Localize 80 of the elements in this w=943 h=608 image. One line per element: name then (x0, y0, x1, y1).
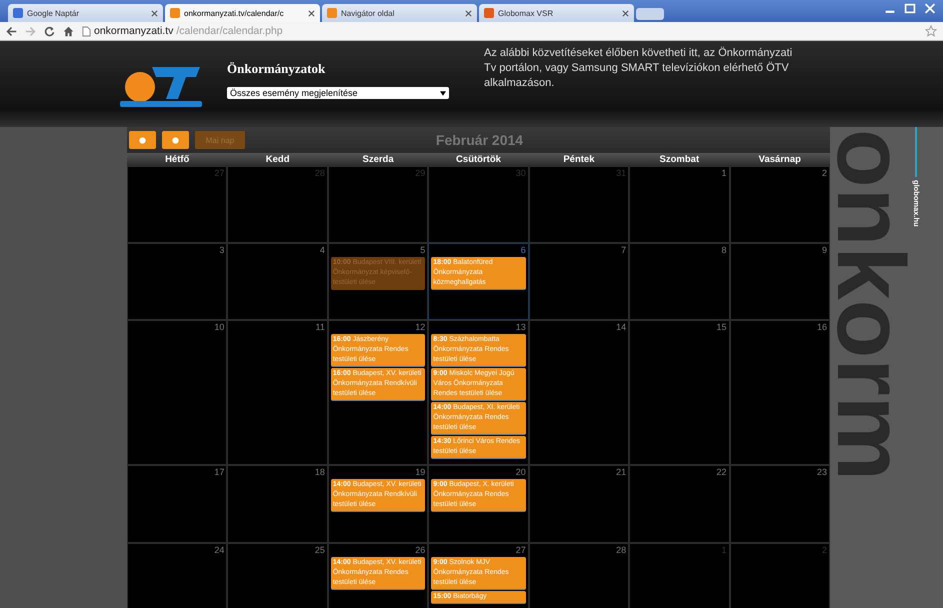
weekday-header: Szombat (629, 153, 730, 166)
day-cell[interactable]: 24 (127, 543, 228, 608)
home-icon[interactable] (63, 26, 74, 36)
day-cell[interactable]: 3 (127, 243, 228, 320)
site-title: Önkormányzatok (227, 61, 326, 77)
accent-line (915, 127, 917, 177)
day-cell[interactable]: 11 (227, 320, 328, 465)
day-cell[interactable]: 23 (730, 465, 830, 543)
day-cell[interactable]: 1 (629, 166, 730, 243)
day-cell[interactable]: 4 (227, 243, 328, 320)
close-icon[interactable] (308, 10, 315, 16)
maximize-icon[interactable] (903, 3, 917, 14)
day-number: 4 (320, 244, 325, 256)
day-number: 18 (314, 466, 325, 478)
weekday-header: Szerda (328, 153, 428, 166)
day-number: 15 (716, 321, 727, 333)
day-number: 14 (616, 321, 626, 333)
close-icon[interactable] (151, 10, 158, 16)
day-number: 7 (621, 244, 626, 256)
day-number: 13 (516, 321, 526, 333)
month-title: Február 2014 (436, 132, 524, 148)
day-number: 2 (822, 167, 827, 179)
event-filter-dropdown[interactable]: Összes esemény megjelenítése (227, 87, 449, 99)
day-number: 26 (415, 544, 426, 556)
day-cell[interactable]: 25 (227, 543, 328, 608)
day-cell[interactable]: 7 (528, 243, 630, 320)
day-number: 12 (415, 321, 426, 333)
day-number: 16 (816, 321, 827, 333)
day-cell[interactable]: 22 (629, 465, 730, 543)
day-number: 28 (616, 544, 626, 556)
day-number: 25 (314, 544, 325, 556)
day-number: 8 (722, 244, 727, 256)
url-host: onkormanyzati.tv (94, 25, 174, 37)
circle-icon (171, 136, 180, 144)
day-number: 10 (214, 321, 224, 333)
browser-tab[interactable]: onkormanyzati.tv/calendar/c (165, 4, 320, 22)
day-number: 22 (716, 466, 727, 478)
day-cell[interactable]: 16 (730, 320, 830, 465)
weekday-header: Vasárnap (730, 153, 830, 166)
day-number: 6 (520, 244, 526, 256)
day-cell[interactable] (428, 320, 529, 465)
day-cell[interactable]: 2 (730, 166, 830, 243)
weekday-header: Péntek (528, 153, 630, 166)
day-cell[interactable]: 15 (629, 320, 730, 465)
day-number: 3 (219, 244, 224, 256)
day-cell[interactable]: 9 (730, 243, 830, 320)
browser-tab[interactable]: Globomax VSR (479, 4, 634, 22)
day-number: 11 (316, 321, 325, 333)
day-number: 5 (420, 244, 426, 256)
day-number: 20 (516, 466, 526, 478)
day-cell[interactable]: 21 (528, 465, 630, 543)
weekday-header: Hétfő (127, 153, 228, 166)
reload-icon[interactable] (44, 26, 55, 36)
close-icon[interactable] (622, 10, 629, 16)
weekday-header: Csütörtök (428, 153, 529, 166)
day-number: 23 (816, 466, 827, 478)
day-number: 27 (516, 544, 526, 556)
description-text: Az alábbi közvetítéseket élőben követheti itt, az Önkormányzati Tv portálon, vagy Samsung SMART televíziókon elérhető ÖTV alkalmazáson. (484, 46, 794, 91)
day-cell[interactable]: 10 (127, 320, 228, 465)
day-number: 21 (616, 466, 626, 478)
browser-tab[interactable]: Navigátor oldal (322, 4, 477, 22)
day-cell[interactable]: 28 (528, 543, 630, 608)
day-cell[interactable]: 8 (629, 243, 730, 320)
day-number: 9 (822, 244, 827, 256)
back-icon[interactable] (6, 26, 17, 36)
url-path: /calendar/calendar.php (176, 25, 283, 37)
day-cell[interactable]: 17 (127, 465, 228, 543)
day-number: 19 (415, 466, 426, 478)
bookmark-star-icon[interactable] (925, 25, 937, 37)
day-cell[interactable]: 18 (227, 465, 328, 543)
browser-tab[interactable]: Google Naptár (8, 4, 163, 22)
day-number: 17 (214, 466, 224, 478)
day-number: 1 (722, 167, 727, 179)
day-cell[interactable]: 14 (528, 320, 630, 465)
page-icon (82, 26, 91, 36)
day-number: 24 (214, 544, 224, 556)
weekday-header: Kedd (227, 153, 328, 166)
circle-icon (138, 136, 147, 144)
caret-icon (440, 90, 446, 96)
close-icon[interactable] (465, 10, 472, 16)
